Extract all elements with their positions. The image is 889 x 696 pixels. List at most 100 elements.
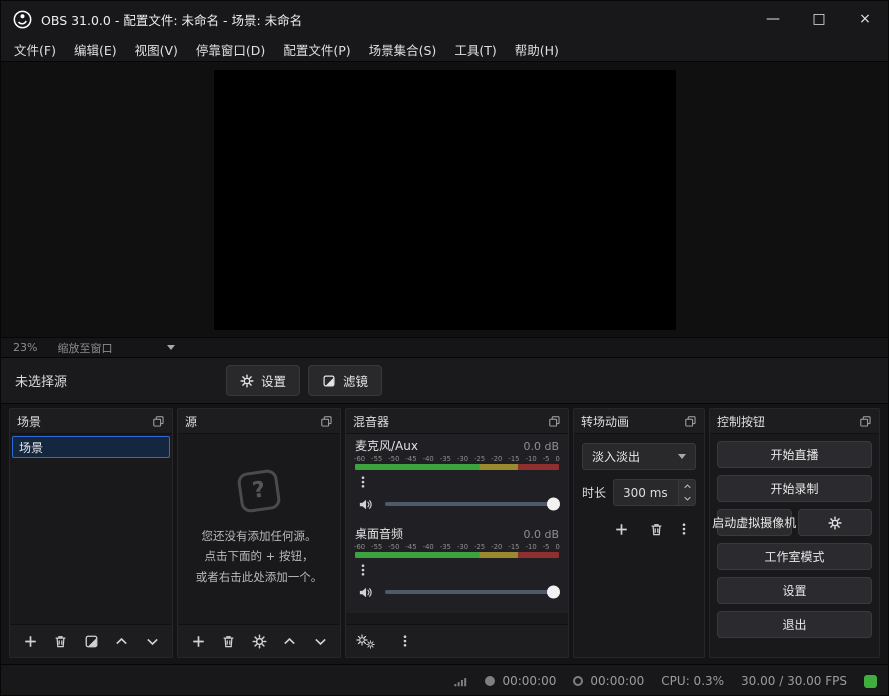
source-toolbar-buttons: 设置 滤镜 <box>226 365 382 396</box>
remove-source-button[interactable] <box>218 630 240 652</box>
menu-item-view[interactable]: 视图(V) <box>126 37 187 62</box>
scenes-dock-title: 场景 <box>17 413 41 430</box>
transitions-body: 淡入淡出 时长 300 ms <box>574 434 704 657</box>
popout-icon[interactable] <box>859 415 872 428</box>
dock-controls: 控制按钮 开始直播 开始录制 启动虚拟摄像机 工作室模式 设置 退出 <box>709 408 880 658</box>
menu-item-file[interactable]: 文件(F) <box>5 37 65 62</box>
add-source-button[interactable] <box>187 630 209 652</box>
scenes-toolbar <box>10 624 172 657</box>
source-properties-button[interactable] <box>248 630 270 652</box>
menu-item-edit[interactable]: 编辑(E) <box>65 37 126 62</box>
duration-down-button[interactable] <box>679 493 695 506</box>
trash-icon <box>221 634 236 649</box>
channel-volume-db: 0.0 dB <box>523 528 559 541</box>
chevron-up-icon <box>683 482 692 491</box>
chevron-up-icon <box>114 634 129 649</box>
start-streaming-button[interactable]: 开始直播 <box>717 441 872 468</box>
trash-icon <box>53 634 68 649</box>
popout-icon[interactable] <box>320 415 333 428</box>
move-source-up-button[interactable] <box>279 630 301 652</box>
menu-item-profile[interactable]: 配置文件(P) <box>274 37 359 62</box>
controls-body: 开始直播 开始录制 启动虚拟摄像机 工作室模式 设置 退出 <box>710 434 879 657</box>
zoom-level: 23% <box>13 341 37 354</box>
bitrate-indicator <box>864 675 877 688</box>
meter-tick: 0 <box>556 543 560 551</box>
channel-menu-button[interactable] <box>352 559 374 581</box>
slider-handle[interactable] <box>547 586 560 599</box>
volume-slider[interactable] <box>385 590 559 594</box>
statusbar: 00:00:00 00:00:00 CPU: 0.3% 30.00 / 30.0… <box>1 664 888 696</box>
duration-up-button[interactable] <box>679 480 695 493</box>
move-scene-down-button[interactable] <box>141 630 163 652</box>
remove-scene-button[interactable] <box>50 630 72 652</box>
virtual-camera-settings-button[interactable] <box>798 509 873 536</box>
meter-tick: -10 <box>526 543 537 551</box>
source-list[interactable]: ? 您还没有添加任何源。 点击下面的 + 按钮， 或者右击此处添加一个。 <box>178 434 340 624</box>
double-gear-icon <box>356 633 376 650</box>
mute-button[interactable] <box>354 493 376 515</box>
move-scene-up-button[interactable] <box>111 630 133 652</box>
maximize-button[interactable]: □ <box>796 1 842 37</box>
scene-list-item[interactable]: 场景 <box>12 436 170 458</box>
meter-tick: -45 <box>405 543 416 551</box>
popout-icon[interactable] <box>548 415 561 428</box>
empty-line: 点击下面的 + 按钮， <box>205 546 314 566</box>
record-time: 00:00:00 <box>590 674 644 688</box>
preview-canvas[interactable] <box>214 70 676 330</box>
dock-sources: 源 ? 您还没有添加任何源。 点击下面的 + 按钮， 或者右击此处添加一个。 <box>177 408 341 658</box>
controls-dock-header: 控制按钮 <box>710 409 879 434</box>
chevron-down-icon <box>167 345 175 350</box>
transition-select[interactable]: 淡入淡出 <box>582 443 696 470</box>
duration-input[interactable]: 300 ms <box>613 479 696 506</box>
docks-area: 场景 场景 源 ? <box>1 404 888 664</box>
meter-tick: -5 <box>543 543 550 551</box>
move-source-down-button[interactable] <box>309 630 331 652</box>
fps-indicator: 30.00 / 30.00 FPS <box>741 674 847 688</box>
studio-mode-button[interactable]: 工作室模式 <box>717 543 872 570</box>
volume-slider[interactable] <box>385 502 559 506</box>
remove-transition-button[interactable] <box>646 518 668 540</box>
menu-item-scene-collection[interactable]: 场景集合(S) <box>360 37 446 62</box>
mixer-menu-button[interactable] <box>394 630 416 652</box>
scenes-dock-header: 场景 <box>10 409 172 434</box>
source-filters-button[interactable]: 滤镜 <box>308 365 382 396</box>
source-settings-button[interactable]: 设置 <box>226 365 300 396</box>
start-recording-button[interactable]: 开始录制 <box>717 475 872 502</box>
meter-tick: -35 <box>440 543 451 551</box>
meter-tick: -45 <box>405 455 416 463</box>
menu-item-help[interactable]: 帮助(H) <box>506 37 568 62</box>
channel-menu-button[interactable] <box>352 471 374 493</box>
slider-handle[interactable] <box>547 498 560 511</box>
mixer-channel-mic: 麦克风/Aux 0.0 dB -60-55-50-45-40-35-30-25-… <box>346 434 568 522</box>
meter-tick: -15 <box>508 455 519 463</box>
window-controls: — □ × <box>750 1 888 37</box>
settings-button[interactable]: 设置 <box>717 577 872 604</box>
obs-window: OBS 31.0.0 - 配置文件: 未命名 - 场景: 未命名 — □ × 文… <box>0 0 889 696</box>
popout-icon[interactable] <box>152 415 165 428</box>
add-scene-button[interactable] <box>19 630 41 652</box>
chevron-up-icon <box>282 634 297 649</box>
scene-filters-button[interactable] <box>80 630 102 652</box>
zoom-mode-dropdown[interactable]: 缩放至窗口 <box>57 340 175 356</box>
close-button[interactable]: × <box>842 1 888 37</box>
mute-button[interactable] <box>354 581 376 603</box>
menu-item-docks[interactable]: 停靠窗口(D) <box>187 37 274 62</box>
exit-button[interactable]: 退出 <box>717 611 872 638</box>
channel-name: 桌面音频 <box>355 525 403 542</box>
menu-item-tools[interactable]: 工具(T) <box>445 37 505 62</box>
meter-tick: -55 <box>371 543 382 551</box>
start-virtual-camera-button[interactable]: 启动虚拟摄像机 <box>717 509 792 536</box>
minimize-button[interactable]: — <box>750 1 796 37</box>
stream-status-icon <box>485 676 495 686</box>
volume-meter <box>355 464 559 470</box>
duration-label: 时长 <box>582 484 606 501</box>
channel-volume-db: 0.0 dB <box>523 440 559 453</box>
kebab-icon <box>356 475 370 489</box>
advanced-audio-button[interactable] <box>355 630 377 652</box>
popout-icon[interactable] <box>684 415 697 428</box>
add-transition-button[interactable] <box>611 518 633 540</box>
meter-tick: 0 <box>556 455 560 463</box>
transition-menu-button[interactable] <box>673 518 695 540</box>
meter-tick: -40 <box>423 455 434 463</box>
transition-select-value: 淡入淡出 <box>592 448 640 465</box>
